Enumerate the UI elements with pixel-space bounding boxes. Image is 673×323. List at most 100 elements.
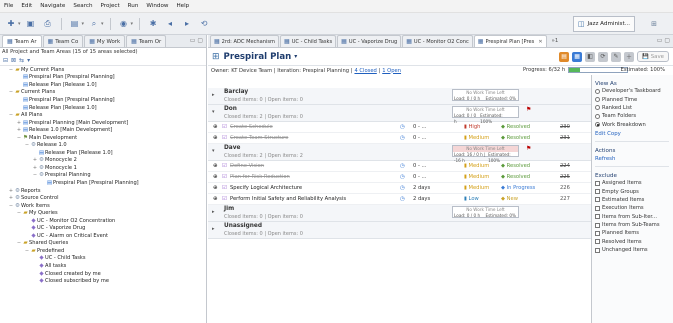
tree-node[interactable]: − ⚙ Work Items [0,202,206,210]
tree-node[interactable]: − ▰ Shared Queries [0,240,206,248]
tree-node[interactable]: − ⚙ Release 1.0 [0,141,206,149]
menu-item-window[interactable]: Window [146,3,168,9]
expand-icon[interactable]: ⊕ [213,196,218,202]
tree-node[interactable]: ▤ Prespiral Plan [Prespiral Planning] [0,96,206,104]
work-item-id[interactable]: 225 [560,174,570,180]
tree-node[interactable]: ◆ UC - Vaporize Drug [0,224,206,232]
refresh-link[interactable]: Refresh [595,156,673,162]
view-as-option[interactable]: Work Breakdown [595,121,673,129]
new-item-icon[interactable]: ＋ [624,51,635,62]
exclude-option[interactable]: Empty Groups [595,187,673,195]
collapse-all-icon[interactable]: ⊠ [11,57,16,64]
tree-node[interactable]: − ⚙ Prespiral Planning [0,172,206,180]
exclude-option[interactable]: Assigned Items [595,179,673,187]
work-item-summary[interactable]: Specify Logical Architecture [230,185,302,191]
work-item-row[interactable]: ⊕ ☑ Define Vision ◷ 0 - ... ▮ Medium ◆ Resolve… [208,161,591,172]
run-icon[interactable]: ◉ [117,17,131,30]
new-dropdown-icon[interactable]: ▾ [18,21,21,27]
menu-item-run[interactable]: Run [128,3,139,9]
work-item-summary[interactable]: Plan for Risk Reduction [230,174,290,180]
save-icon[interactable]: ▣ [24,17,38,30]
print-icon[interactable]: ⎙ [41,17,55,30]
view-menu-icon[interactable]: ▾ [27,57,30,64]
tree-node[interactable]: − ▰ My Current Plans [0,66,206,74]
expand-icon[interactable]: ⊕ [213,135,218,141]
refresh-icon[interactable]: ⟳ [598,51,609,62]
tree-node[interactable]: ▤ Prespiral Plan [Prespiral Planning] [0,74,206,82]
view-as-option[interactable]: Planned Time [595,95,673,103]
team-load-icon[interactable]: ▤ [559,51,570,62]
expand-icon[interactable]: ⊕ [213,174,218,180]
checkbox[interactable] [595,197,600,203]
open-items-link[interactable]: 1 Open [382,68,401,74]
expand-icon[interactable]: ⊕ [213,185,218,191]
editor-tab[interactable]: ▦ UC - Child Tasks [280,35,337,47]
group-toggle-icon[interactable]: ▸ [212,92,215,98]
debug-icon[interactable]: ✱ [146,17,160,30]
history-icon[interactable]: ⟲ [197,17,211,30]
work-item-row[interactable]: ⊕ ☑ Create Schedule ◷ 0 - ... ▮ High ◆ Resolve… [208,122,591,133]
left-tab[interactable]: ▦ Team Ar [2,35,42,47]
exclude-option[interactable]: Resolved Items [595,238,673,246]
editor-tab[interactable]: ▦ UC - Monitor O2 Conc [402,35,473,47]
menu-item-edit[interactable]: Edit [21,3,32,9]
add-item-icon[interactable]: ✎ [611,51,622,62]
exclude-option[interactable]: Estimated Items [595,196,673,204]
radio-button[interactable] [595,113,600,119]
work-item-row[interactable]: ⊕ ☑ Plan for Risk Reduction ◷ 0 - ... ▮ Mediu… [208,172,591,183]
forward-icon[interactable]: ▸ [180,17,194,30]
perspective-switcher[interactable]: ◫ Jazz Administ... [572,16,635,32]
tree-node[interactable]: ◆ UC - Child Tasks [0,255,206,263]
tree-node[interactable]: − ▰ Predefined [0,247,206,255]
tree-node[interactable]: − ⚑ Main Development [0,134,206,142]
exclude-option[interactable]: Planned Items [595,229,673,237]
tree-node[interactable]: ◆ Closed subscribed by me [0,277,206,285]
view-as-option[interactable]: Ranked List [595,104,673,112]
expand-icon[interactable]: ⊕ [213,124,218,130]
tree-node[interactable]: ◆ Closed created by me [0,270,206,278]
menu-item-navigate[interactable]: Navigate [40,3,65,9]
group-toggle-icon[interactable]: ▸ [212,226,215,232]
filter-icon[interactable]: ⊟ [3,57,8,64]
work-item-row[interactable]: ⊕ ☑ Perform Initial Safety and Reliability… [208,194,591,205]
menu-item-project[interactable]: Project [101,3,120,9]
tree-node[interactable]: ◆ UC - Monitor O2 Concentration [0,217,206,225]
run-dropdown-icon[interactable]: ▾ [131,21,134,27]
radio-button[interactable] [595,122,600,128]
checkbox[interactable] [595,205,600,211]
view-as-option[interactable]: Developer's Taskboard [595,87,673,95]
tree-node[interactable]: + ▤ Release 1.0 [Main Development] [0,126,206,134]
edit-link[interactable]: Edit [595,131,605,137]
work-item-row[interactable]: ⊕ ☑ Create Team Structure ◷ 0 - ... ▮ Medium ◆… [208,133,591,144]
group-toggle-icon[interactable]: ▸ [212,209,215,215]
editor-minmax-icon[interactable]: ▭ ▢ [657,37,670,44]
left-tab[interactable]: ▦ Team Co [42,35,84,47]
editor-tab[interactable]: ▦ 2rd: ADC Mechanism [210,35,280,47]
copy-link[interactable]: Copy [607,131,621,137]
tree-node[interactable]: + ⚙ Reports [0,187,206,195]
menu-item-help[interactable]: Help [176,3,189,9]
exclude-option[interactable]: Unchanged Items [595,246,673,254]
mode-icon[interactable]: ◧ [585,51,596,62]
left-tab[interactable]: ▦ My Work [84,35,126,47]
editor-tab[interactable]: ▦ UC - Vaporize Drug [337,35,402,47]
tree-node[interactable]: ◆ All tasks [0,262,206,270]
editor-tab[interactable]: ▦ Prespiral Plan [Pres ✕ [473,35,547,47]
checkbox[interactable] [595,180,600,186]
checkbox[interactable] [595,222,600,228]
tree-node[interactable]: ◆ UC - Alarm on Critical Event [0,232,206,240]
view-as-option[interactable]: Team Folders [595,112,673,120]
exclude-option[interactable]: Execution Items [595,204,673,212]
close-icon[interactable]: ✕ [538,39,542,45]
plan-menu-icon[interactable]: ▾ [294,53,297,60]
exclude-option[interactable]: Items from Sub-Iter... [595,213,673,221]
group-toggle-icon[interactable]: ▾ [212,148,215,154]
back-icon[interactable]: ◂ [163,17,177,30]
tree-node[interactable]: + ⚙ Monocycle 2 [0,157,206,165]
work-item-row[interactable]: ⊕ ☑ Specify Logical Architecture ◷ 2 days ▮ M… [208,183,591,194]
tree-node[interactable]: ▤ Release Plan [Release 1.0] [0,81,206,89]
checkbox[interactable] [595,247,600,253]
link-icon[interactable]: ⇆ [19,57,24,64]
tree-node[interactable]: + ⚙ Monocycle 1 [0,164,206,172]
radio-button[interactable] [595,88,600,94]
